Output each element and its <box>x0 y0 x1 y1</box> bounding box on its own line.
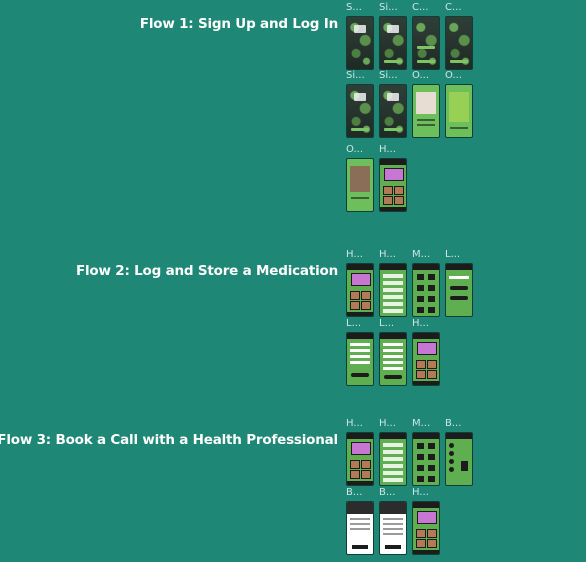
app-logo-icon <box>387 93 399 101</box>
frame-thumbnail[interactable] <box>445 84 473 138</box>
frame-1-6[interactable]: Si... <box>379 70 407 138</box>
frame-thumbnail[interactable] <box>412 16 440 70</box>
frame-1-2[interactable]: Si... <box>379 2 407 70</box>
frame-3-3[interactable]: M... <box>412 418 440 486</box>
frame-label: Si... <box>379 2 398 13</box>
frame-label: H... <box>412 318 429 329</box>
frame-1-8[interactable]: O... <box>445 70 473 138</box>
frame-3-4[interactable]: B... <box>445 418 473 486</box>
frame-2-6[interactable]: L... <box>379 318 407 386</box>
frame-label: B... <box>445 418 462 429</box>
frame-thumbnail[interactable] <box>346 332 374 386</box>
frame-thumbnail[interactable] <box>379 16 407 70</box>
frame-label: H... <box>379 144 396 155</box>
frame-label: B... <box>379 487 396 498</box>
frame-label: H... <box>346 249 363 260</box>
frame-1-1[interactable]: S... <box>346 2 374 70</box>
frame-thumbnail[interactable] <box>412 501 440 555</box>
frame-2-3[interactable]: M... <box>412 249 440 317</box>
frame-thumbnail[interactable] <box>346 84 374 138</box>
frame-label: H... <box>379 249 396 260</box>
frame-thumbnail[interactable] <box>412 263 440 317</box>
frame-label: L... <box>379 318 395 329</box>
frame-label: B... <box>346 487 363 498</box>
frame-2-2[interactable]: H... <box>379 249 407 317</box>
frame-1-9[interactable]: O... <box>346 144 374 212</box>
frame-2-1[interactable]: H... <box>346 249 374 317</box>
frame-thumbnail[interactable] <box>379 332 407 386</box>
frame-label: M... <box>412 418 431 429</box>
frame-thumbnail[interactable] <box>412 84 440 138</box>
frame-thumbnail[interactable] <box>412 332 440 386</box>
frame-1-10[interactable]: H... <box>379 144 407 212</box>
frame-label: Si... <box>346 70 365 81</box>
frame-thumbnail[interactable] <box>379 84 407 138</box>
frame-1-4[interactable]: C... <box>445 2 473 70</box>
frame-thumbnail[interactable] <box>379 501 407 555</box>
frame-1-7[interactable]: O... <box>412 70 440 138</box>
frame-thumbnail[interactable] <box>445 263 473 317</box>
frame-3-7[interactable]: H... <box>412 487 440 555</box>
frame-3-2[interactable]: H... <box>379 418 407 486</box>
frame-label: C... <box>445 2 462 13</box>
frame-2-5[interactable]: L... <box>346 318 374 386</box>
frame-3-5[interactable]: B... <box>346 487 374 555</box>
frame-label: O... <box>346 144 364 155</box>
frame-thumbnail[interactable] <box>346 16 374 70</box>
frame-label: M... <box>412 249 431 260</box>
frame-label: L... <box>346 318 362 329</box>
frame-thumbnail[interactable] <box>445 432 473 486</box>
frame-label: H... <box>346 418 363 429</box>
frame-label: O... <box>445 70 463 81</box>
frame-1-5[interactable]: Si... <box>346 70 374 138</box>
frame-label: O... <box>412 70 430 81</box>
frame-thumbnail[interactable] <box>346 432 374 486</box>
frame-label: L... <box>445 249 461 260</box>
frame-thumbnail[interactable] <box>346 158 374 212</box>
frame-label: Si... <box>379 70 398 81</box>
frame-label: H... <box>412 487 429 498</box>
flow-3-title: Flow 3: Book a Call with a Health Profes… <box>0 432 338 448</box>
frame-label: S... <box>346 2 362 13</box>
frame-thumbnail[interactable] <box>346 501 374 555</box>
frame-label: H... <box>379 418 396 429</box>
frame-2-7[interactable]: H... <box>412 318 440 386</box>
frame-3-1[interactable]: H... <box>346 418 374 486</box>
frame-1-3[interactable]: C... <box>412 2 440 70</box>
flow-1-title: Flow 1: Sign Up and Log In <box>139 16 338 32</box>
frame-thumbnail[interactable] <box>412 432 440 486</box>
flow-2-title: Flow 2: Log and Store a Medication <box>75 263 338 279</box>
app-logo-icon <box>387 25 399 33</box>
frame-thumbnail[interactable] <box>445 16 473 70</box>
frame-thumbnail[interactable] <box>379 432 407 486</box>
app-logo-icon <box>354 25 366 33</box>
frame-thumbnail[interactable] <box>346 263 374 317</box>
frame-label: C... <box>412 2 429 13</box>
frame-thumbnail[interactable] <box>379 263 407 317</box>
app-logo-icon <box>354 93 366 101</box>
frame-3-6[interactable]: B... <box>379 487 407 555</box>
frame-thumbnail[interactable] <box>379 158 407 212</box>
frame-2-4[interactable]: L... <box>445 249 473 317</box>
